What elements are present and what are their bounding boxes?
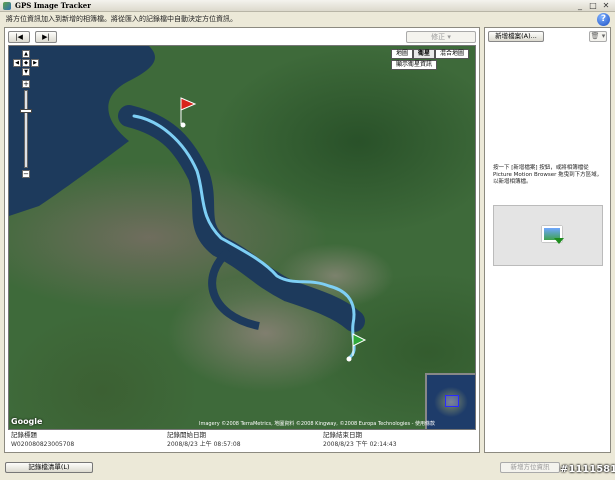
track-list-button[interactable]: 記錄檔清單(L)	[5, 462, 93, 473]
track-end-column: 記錄結束日期 2008/8/23 下午 02:14:43	[320, 431, 476, 451]
add-file-button[interactable]: 新增檔案(A)...	[488, 31, 544, 42]
watermark: #1111581	[560, 464, 615, 475]
track-start-header: 記錄開始日期	[167, 431, 206, 439]
instruction-text: 將方位資訊加入到新增的相簿檔。將從匯入的記錄檔中自動決定方位資訊。	[6, 15, 237, 23]
track-info: 記錄標題 W020080823005708 記錄開始日期 2008/8/23 上…	[8, 431, 476, 451]
next-image-button[interactable]: ▶|	[35, 31, 57, 43]
map-type-satellite-button[interactable]: 衛星	[412, 49, 435, 59]
map-attribution: Imagery ©2008 TerraMetrics, 地圖資料 ©2008 K…	[199, 421, 436, 427]
drop-hint-text: 按一下 [新增檔案] 按鈕，或將相簿檔從 Picture Motion Brow…	[493, 165, 603, 185]
satellite-map[interactable]: ▲ ◀ ◆ ▶ ▼ + − 地圖 衛星 混合地圖 顯示衛星資訊 Google I…	[8, 45, 476, 430]
start-marker	[180, 122, 186, 128]
help-icon[interactable]: ?	[597, 13, 610, 26]
track-start-value: 2008/8/23 上午 08:57:08	[167, 441, 241, 448]
app-icon	[3, 1, 11, 10]
image-panel: 新增檔案(A)... 🗑 ▾ 按一下 [新增檔案] 按鈕，或將相簿檔從 Pict…	[484, 27, 611, 453]
zoom-out-icon[interactable]: −	[22, 170, 30, 178]
map-type-map-button[interactable]: 地圖	[390, 49, 413, 59]
map-type-hybrid-button[interactable]: 混合地圖	[434, 49, 469, 59]
end-marker	[346, 356, 352, 362]
track-end-value: 2008/8/23 下午 02:14:43	[323, 441, 397, 448]
window-title: GPS Image Tracker	[15, 1, 91, 10]
track-end-header: 記錄結束日期	[323, 431, 362, 439]
zoom-slider-thumb[interactable]	[20, 108, 32, 113]
start-flag-icon[interactable]	[180, 97, 197, 124]
add-location-button[interactable]: 新增方位資訊	[500, 462, 560, 473]
track-start-column: 記錄開始日期 2008/8/23 上午 08:57:08	[164, 431, 320, 451]
map-panel: |◀ ▶| 修正 ▾ ▲ ◀ ◆ ▶ ▼ + − 地圖 衛星 混合地圖 顯示衛星…	[4, 27, 480, 453]
show-satellite-info-button[interactable]: 顯示衛星資訊	[390, 60, 437, 70]
close-icon[interactable]: ✕	[600, 1, 612, 10]
maximize-icon[interactable]: □	[587, 1, 599, 10]
previous-image-button[interactable]: |◀	[8, 31, 30, 43]
track-title-column: 記錄標題 W020080823005708	[8, 431, 164, 451]
track-title-header: 記錄標題	[11, 431, 37, 439]
title-bar: GPS Image Tracker _ □ ✕	[0, 0, 615, 12]
zoom-slider-track[interactable]	[24, 90, 28, 168]
map-zoom-control: ▲ ◀ ◆ ▶ ▼ + −	[13, 50, 39, 178]
drop-arrow-icon	[554, 238, 564, 244]
pan-control: ▲ ◀ ◆ ▶ ▼	[13, 50, 39, 76]
pan-left-icon[interactable]: ◀	[13, 59, 21, 67]
google-logo: Google	[11, 417, 43, 426]
track-title-value: W020080823005708	[11, 441, 75, 448]
overview-viewport[interactable]	[445, 395, 459, 407]
river	[118, 105, 365, 332]
map-type-selector: 地圖 衛星 混合地圖	[390, 49, 469, 59]
zoom-in-icon[interactable]: +	[22, 80, 30, 88]
minimize-icon[interactable]: _	[574, 1, 586, 10]
window-controls: _ □ ✕	[574, 1, 612, 10]
trash-icon[interactable]: 🗑 ▾	[589, 31, 607, 42]
pan-up-icon[interactable]: ▲	[22, 50, 30, 58]
drop-zone[interactable]	[493, 205, 603, 266]
pan-center-icon[interactable]: ◆	[22, 59, 30, 67]
map-layer	[9, 46, 367, 362]
pan-right-icon[interactable]: ▶	[31, 59, 39, 67]
correct-dropdown[interactable]: 修正 ▾	[406, 31, 476, 43]
pan-down-icon[interactable]: ▼	[22, 68, 30, 76]
